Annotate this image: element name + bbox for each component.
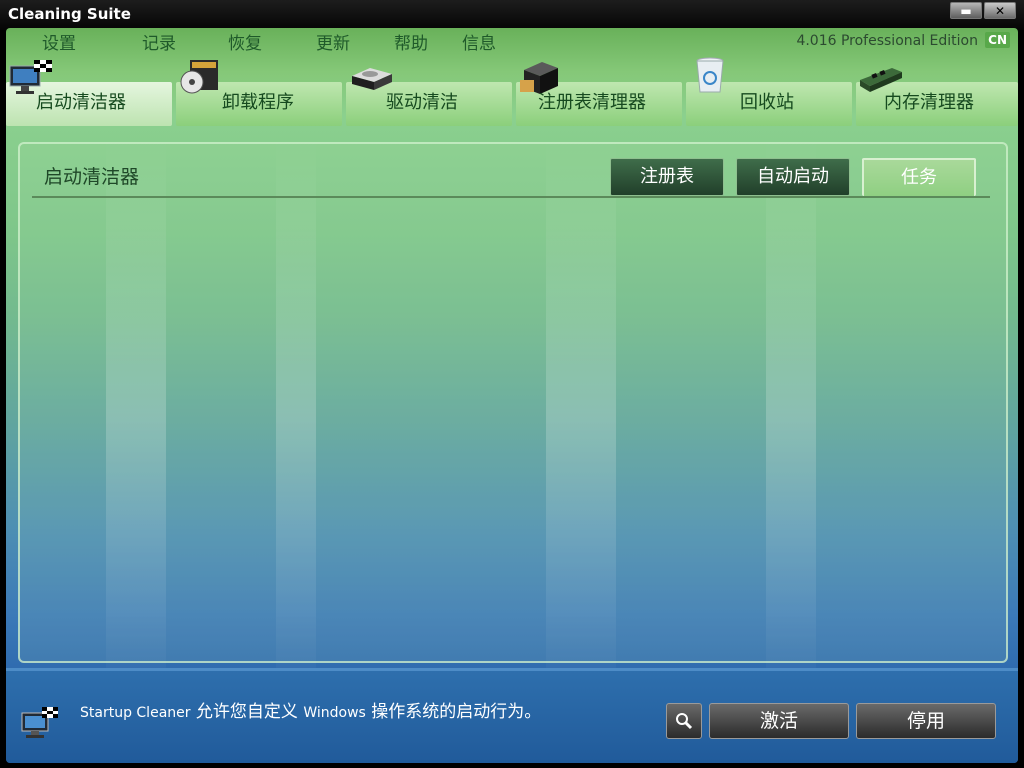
recycle-bin-icon [696,57,724,93]
app-title: Cleaning Suite [8,5,131,23]
nav-tab-label: 回收站 [740,92,794,113]
subtab-autostart[interactable]: 自动启动 [736,158,850,196]
minimize-button[interactable]: ▬ [950,2,982,19]
menu-item-update[interactable]: 更新 [316,29,350,54]
nav-tab-uninstaller[interactable]: 卸载程序 [176,60,342,126]
disable-button[interactable]: 停用 [856,703,996,739]
activate-button[interactable]: 激活 [709,703,849,739]
title-bar[interactable]: Cleaning Suite ▬ ✕ [0,0,1024,30]
status-text-cn1: 允许您自定义 [195,702,298,722]
panel-divider [32,196,990,198]
window-controls: ▬ ✕ [950,2,1016,19]
edition-label: 4.016 Professional Edition [796,33,978,49]
subtab-tasks[interactable]: 任务 [862,158,976,196]
nav-tab-label: 内存清理器 [884,92,974,113]
nav-tab-startup-cleaner[interactable]: 启动清洁器 [6,60,172,126]
disc-box-icon [180,60,218,94]
nav-tab-drive-cleaner[interactable]: 驱动清洁 [346,68,512,126]
status-text-en2: Windows [303,705,366,721]
search-icon [676,713,693,730]
menu-item-help[interactable]: 帮助 [394,29,428,54]
search-button[interactable] [666,703,702,739]
menu-bar: 设置 记录 恢复 更新 帮助 信息 4.016 Professional Edi… [6,28,1018,54]
monitor-flag-icon [21,707,58,738]
language-badge[interactable]: CN [985,32,1010,48]
status-text-cn2: 操作系统的启动行为。 [371,702,542,722]
app-client-area: 设置 记录 恢复 更新 帮助 信息 4.016 Professional Edi… [6,28,1018,763]
nav-tab-registry-cleaner[interactable]: 注册表清理器 [516,62,682,126]
nav-tab-label: 驱动清洁 [386,92,458,113]
panel-title: 启动清洁器 [44,166,140,188]
app-window: Cleaning Suite ▬ ✕ 设置 记录 恢复 更新 帮助 信息 4.0… [0,0,1024,768]
menu-item-info[interactable]: 信息 [462,29,496,54]
menu-item-settings[interactable]: 设置 [42,29,76,54]
subtab-registry[interactable]: 注册表 [610,158,724,196]
status-description: Startup Cleaner 允许您自定义 Windows 操作系统的启动行为… [80,697,541,722]
status-text-en: Startup Cleaner [80,705,191,721]
nav-tab-label: 卸载程序 [222,92,294,113]
menu-item-log[interactable]: 记录 [142,29,176,54]
content-panel: 启动清洁器 注册表 自动启动 任务 [18,142,1008,663]
nav-tab-memory-cleaner[interactable]: 内存清理器 [856,68,1018,126]
nav-tab-label: 注册表清理器 [538,92,646,113]
menu-item-restore[interactable]: 恢复 [228,29,262,54]
nav-tab-label: 启动清洁器 [36,92,126,113]
nav-tab-recycle-bin[interactable]: 回收站 [686,57,852,126]
close-button[interactable]: ✕ [984,2,1016,19]
status-bar: Startup Cleaner 允许您自定义 Windows 操作系统的启动行为… [6,668,1018,763]
main-nav: 启动清洁器 卸载程序 驱动清洁 注册表清理器 回收站 内存清理器 [6,57,1018,126]
